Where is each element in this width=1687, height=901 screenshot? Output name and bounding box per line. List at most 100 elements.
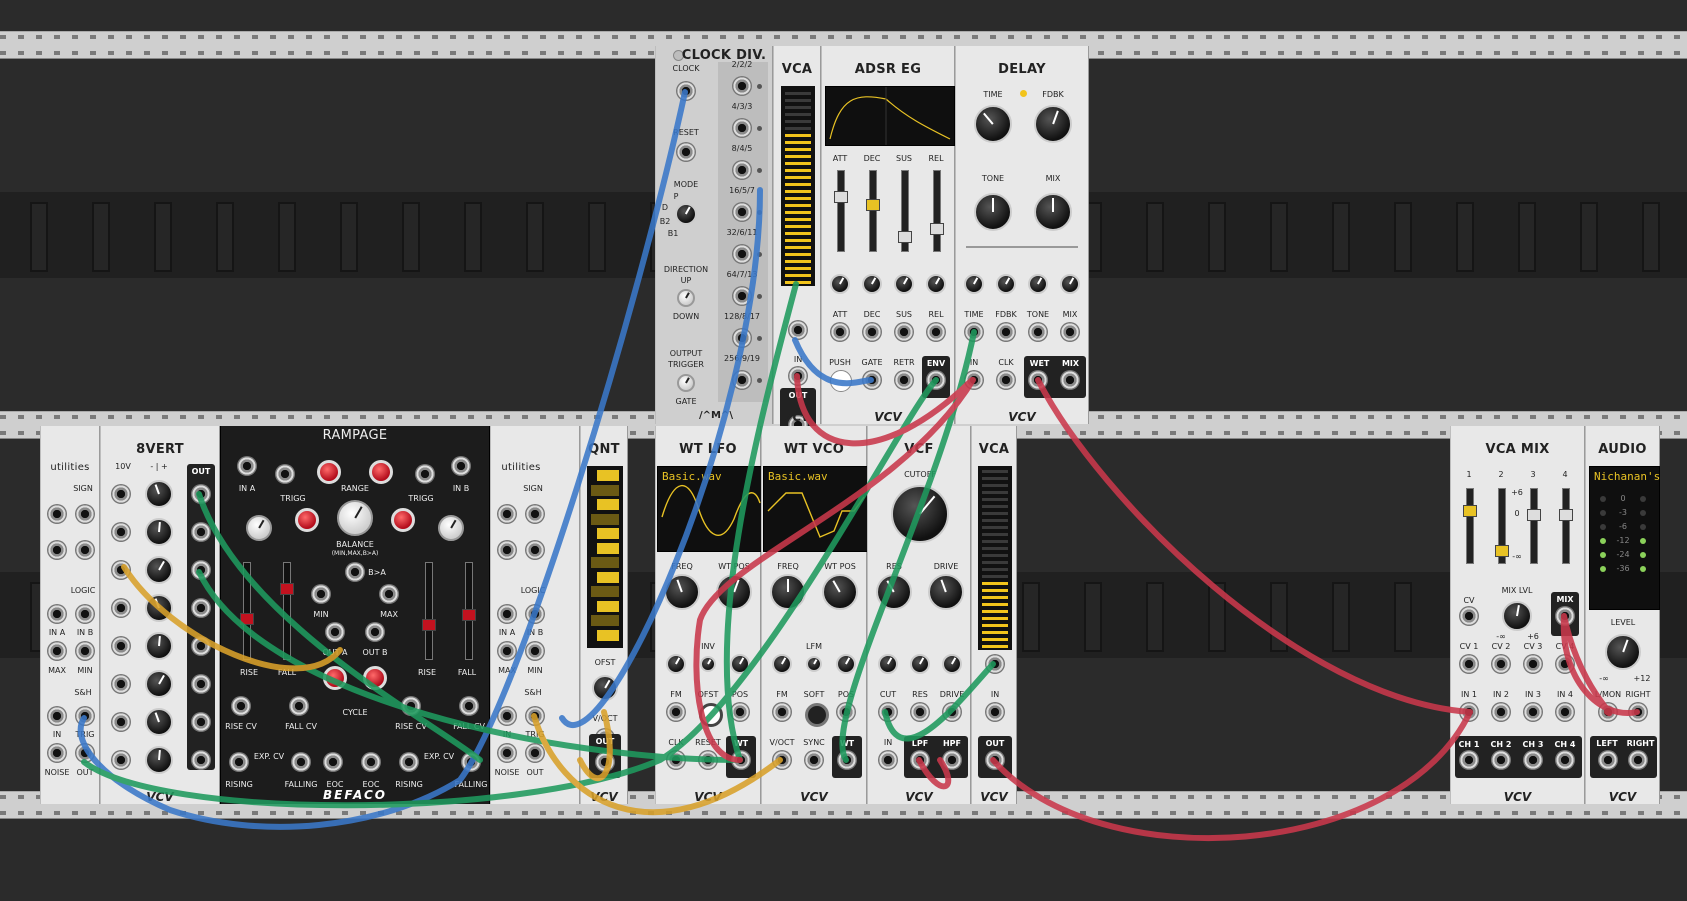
ratio-out-jack[interactable] bbox=[732, 286, 752, 306]
res-atten-knob[interactable] bbox=[910, 654, 930, 674]
vert-in-jack[interactable] bbox=[111, 484, 131, 504]
falling-b-jack[interactable] bbox=[461, 752, 481, 772]
trigg-b-jack[interactable] bbox=[415, 464, 435, 484]
fall-a-slider[interactable] bbox=[280, 562, 294, 660]
pos-atten-knob[interactable] bbox=[836, 654, 856, 674]
voct-jack[interactable] bbox=[772, 750, 792, 770]
wtpos-knob[interactable] bbox=[716, 574, 752, 610]
ch-out-jack[interactable] bbox=[1459, 750, 1479, 770]
fm-atten-knob[interactable] bbox=[772, 654, 792, 674]
mix-knob[interactable] bbox=[1034, 193, 1072, 231]
trigg-b-button[interactable] bbox=[391, 508, 415, 532]
att-cv-jack[interactable] bbox=[830, 322, 850, 342]
drive-knob[interactable] bbox=[928, 574, 964, 610]
sign-in2-jack[interactable] bbox=[47, 540, 67, 560]
lfm-button[interactable] bbox=[806, 656, 822, 672]
max-jack[interactable] bbox=[47, 641, 67, 661]
sus-slider[interactable] bbox=[898, 170, 912, 252]
max-jack[interactable] bbox=[497, 641, 517, 661]
pos-jack[interactable] bbox=[836, 702, 856, 722]
fm-atten-knob[interactable] bbox=[666, 654, 686, 674]
rise-a-slider[interactable] bbox=[240, 562, 254, 660]
ofst-knob[interactable] bbox=[592, 675, 618, 701]
dec-cv-knob[interactable] bbox=[862, 274, 882, 294]
cut-atten-knob[interactable] bbox=[878, 654, 898, 674]
lpf-jack[interactable] bbox=[910, 750, 930, 770]
vert-out-jack[interactable] bbox=[191, 598, 211, 618]
clk-jack[interactable] bbox=[666, 750, 686, 770]
vert-out-jack[interactable] bbox=[191, 750, 211, 770]
trigg-a-jack[interactable] bbox=[275, 464, 295, 484]
vert-out-jack[interactable] bbox=[191, 712, 211, 732]
rising-b-jack[interactable] bbox=[399, 752, 419, 772]
soft-button[interactable] bbox=[805, 703, 829, 727]
time-cv-jack[interactable] bbox=[964, 322, 984, 342]
reset-jack[interactable] bbox=[676, 142, 696, 162]
inb-jack[interactable] bbox=[451, 456, 471, 476]
cutoff-knob[interactable] bbox=[891, 485, 949, 543]
tone-knob[interactable] bbox=[974, 193, 1012, 231]
time-cv-knob[interactable] bbox=[964, 274, 984, 294]
mix-cv-jack[interactable] bbox=[1459, 606, 1479, 626]
cv-ch-jack[interactable] bbox=[1555, 654, 1575, 674]
tone-cv-knob[interactable] bbox=[1028, 274, 1048, 294]
scale-key[interactable] bbox=[591, 513, 619, 525]
sh-out-jack[interactable] bbox=[525, 743, 545, 763]
vert-out-jack[interactable] bbox=[191, 674, 211, 694]
cut-jack[interactable] bbox=[878, 702, 898, 722]
ratio-out-jack[interactable] bbox=[732, 160, 752, 180]
scale-key[interactable] bbox=[597, 629, 619, 641]
sign-out-jack[interactable] bbox=[75, 504, 95, 524]
cv-ch-jack[interactable] bbox=[1523, 654, 1543, 674]
left-in-jack[interactable] bbox=[1598, 702, 1618, 722]
pos-atten-knob[interactable] bbox=[730, 654, 750, 674]
vert-in-jack[interactable] bbox=[111, 636, 131, 656]
sus-cv-jack[interactable] bbox=[894, 322, 914, 342]
output-switch[interactable] bbox=[677, 374, 695, 392]
scale-key[interactable] bbox=[591, 615, 619, 626]
fdbk-knob[interactable] bbox=[1034, 105, 1072, 143]
sh-trig-jack[interactable] bbox=[525, 706, 545, 726]
rising-a-jack[interactable] bbox=[229, 752, 249, 772]
ina-jack[interactable] bbox=[237, 456, 257, 476]
attenuverter-knob[interactable] bbox=[145, 670, 173, 698]
push-button[interactable] bbox=[830, 370, 852, 392]
eoc-b-jack[interactable] bbox=[361, 752, 381, 772]
noise-jack[interactable] bbox=[497, 743, 517, 763]
min-jack[interactable] bbox=[311, 584, 331, 604]
clock-jack[interactable] bbox=[676, 81, 696, 101]
vert-out-jack[interactable] bbox=[191, 522, 211, 542]
rel-slider[interactable] bbox=[930, 170, 944, 252]
rel-cv-jack[interactable] bbox=[926, 322, 946, 342]
rise-cv-b-jack[interactable] bbox=[401, 696, 421, 716]
in-ch-jack[interactable] bbox=[1491, 702, 1511, 722]
vert-out-jack[interactable] bbox=[191, 484, 211, 504]
mix-cv-knob[interactable] bbox=[1060, 274, 1080, 294]
vert-out-jack[interactable] bbox=[191, 560, 211, 580]
range-b-button[interactable] bbox=[369, 460, 393, 484]
res-knob[interactable] bbox=[876, 574, 912, 610]
ch1-fader[interactable] bbox=[1463, 488, 1477, 564]
fall-b-slider[interactable] bbox=[462, 562, 476, 660]
mode-knob[interactable] bbox=[675, 203, 697, 225]
vert-in-jack[interactable] bbox=[111, 522, 131, 542]
out-jack[interactable] bbox=[595, 752, 615, 772]
tone-cv-jack[interactable] bbox=[1028, 322, 1048, 342]
attenuverter-knob[interactable] bbox=[145, 708, 173, 736]
fdbk-cv-knob[interactable] bbox=[996, 274, 1016, 294]
att-slider[interactable] bbox=[834, 170, 848, 252]
sign-in-jack[interactable] bbox=[47, 504, 67, 524]
sh-out-jack[interactable] bbox=[75, 743, 95, 763]
sign-out2-jack[interactable] bbox=[525, 540, 545, 560]
ch3-fader[interactable] bbox=[1527, 488, 1541, 564]
inv-button[interactable] bbox=[700, 656, 716, 672]
attenuverter-knob[interactable] bbox=[145, 746, 173, 774]
cv-jack[interactable] bbox=[985, 654, 1005, 674]
freq-knob[interactable] bbox=[664, 574, 700, 610]
dec-cv-jack[interactable] bbox=[862, 322, 882, 342]
shape-a-knob[interactable] bbox=[246, 515, 272, 541]
mix-cv-jack[interactable] bbox=[1060, 322, 1080, 342]
sh-in-jack[interactable] bbox=[47, 706, 67, 726]
sh-in-jack[interactable] bbox=[497, 706, 517, 726]
sync-jack[interactable] bbox=[804, 750, 824, 770]
